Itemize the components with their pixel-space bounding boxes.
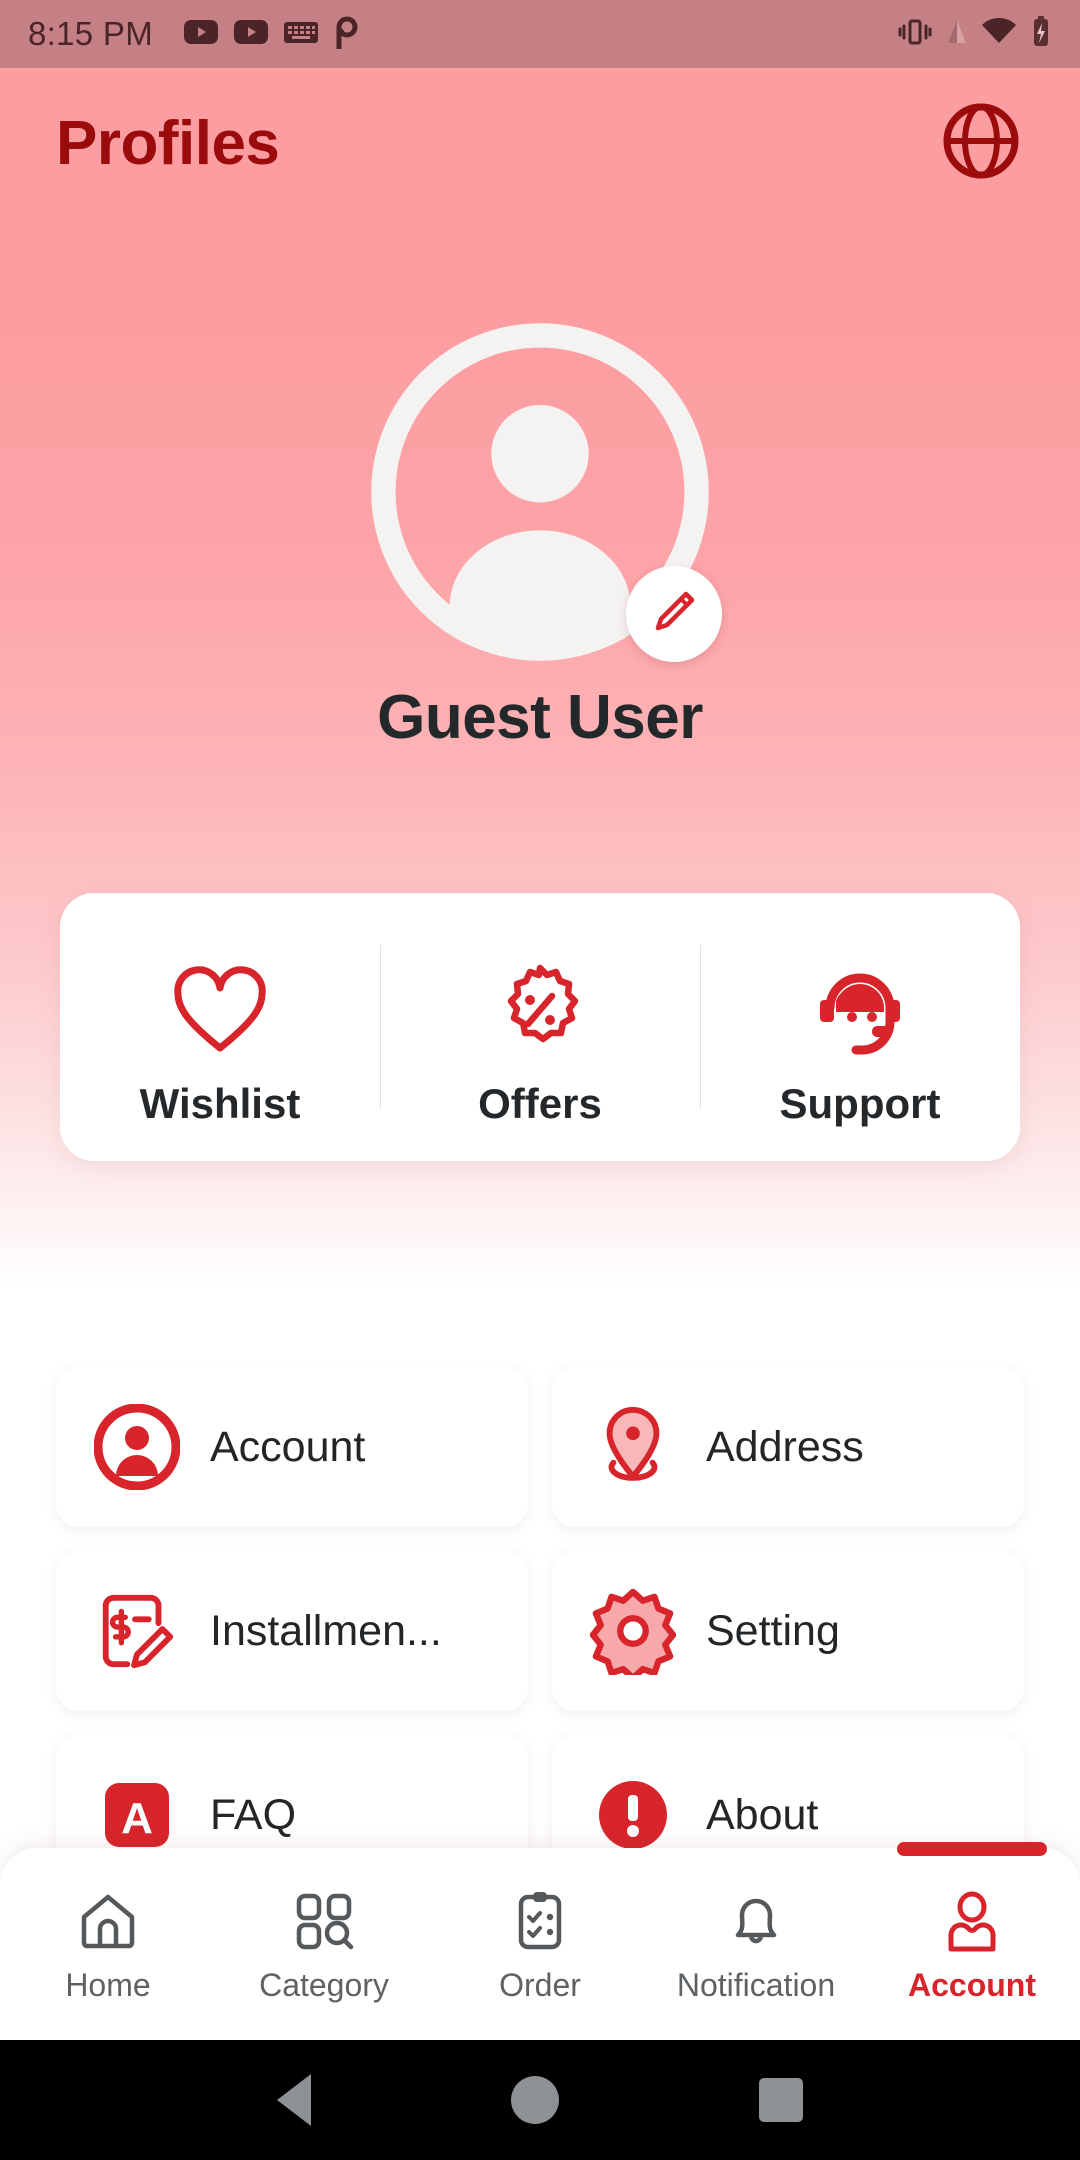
headset-support-icon	[812, 962, 908, 1058]
menu-item-label: About	[706, 1790, 819, 1839]
page-title: Profiles	[56, 108, 280, 178]
pencil-icon	[648, 586, 700, 643]
signal-icon	[946, 17, 968, 52]
home-circle-icon[interactable]	[511, 2076, 559, 2124]
wifi-icon	[980, 17, 1018, 52]
avatar[interactable]	[366, 318, 722, 666]
status-bar: 8:15 PM	[0, 0, 1080, 68]
bell-icon	[724, 1885, 788, 1957]
nav-item-label: Home	[65, 1966, 151, 2003]
youtube-icon	[183, 17, 219, 52]
person-circle-icon	[94, 1404, 180, 1490]
youtube-music-icon	[233, 17, 269, 52]
pinterest-icon	[333, 15, 359, 54]
quick-action-label: Wishlist	[139, 1080, 301, 1127]
menu-item-account[interactable]: Account	[56, 1367, 528, 1527]
edit-profile-button[interactable]	[626, 566, 722, 662]
globe-icon	[940, 100, 1022, 187]
nav-item-account[interactable]: Account	[864, 1842, 1080, 2040]
info-circle-icon	[590, 1772, 676, 1858]
account-menu-grid: Account Address Installmen... Setting A …	[56, 1367, 1024, 1895]
quick-action-support[interactable]: Support	[700, 893, 1020, 1161]
discount-badge-icon	[492, 962, 588, 1058]
vibrate-icon	[896, 17, 934, 52]
faq-badge-icon: A	[94, 1772, 180, 1858]
quick-action-label: Offers	[478, 1080, 602, 1127]
profile-name: Guest User	[377, 683, 703, 752]
map-pin-icon	[590, 1404, 676, 1490]
app-screen: 8:15 PM Profiles Guest User Wishlist Off…	[0, 0, 1080, 2160]
category-grid-search-icon	[292, 1885, 356, 1957]
nav-item-label: Category	[259, 1966, 389, 2003]
menu-item-installment[interactable]: Installmen...	[56, 1551, 528, 1711]
quick-action-offers[interactable]: Offers	[380, 893, 700, 1161]
menu-item-setting[interactable]: Setting	[552, 1551, 1024, 1711]
menu-item-label: Installmen...	[210, 1606, 442, 1655]
home-icon	[76, 1885, 140, 1957]
menu-item-label: Account	[210, 1422, 366, 1471]
quick-action-wishlist[interactable]: Wishlist	[60, 893, 380, 1161]
gear-icon	[590, 1588, 676, 1675]
installment-invoice-icon	[94, 1588, 180, 1674]
bottom-navigation-bar: Home Category Order Notification Account	[0, 1842, 1080, 2040]
quick-actions-card: Wishlist Offers Support	[60, 893, 1020, 1161]
keyboard-icon	[283, 18, 319, 51]
nav-item-home[interactable]: Home	[0, 1848, 216, 2040]
menu-item-label: Setting	[706, 1606, 840, 1655]
clipboard-checklist-icon	[508, 1885, 572, 1957]
battery-charging-icon	[1030, 15, 1052, 53]
person-outline-icon	[940, 1885, 1004, 1957]
nav-item-notification[interactable]: Notification	[648, 1848, 864, 2040]
status-bar-clock: 8:15 PM	[28, 15, 153, 52]
heart-icon	[170, 962, 270, 1058]
menu-item-label: FAQ	[210, 1790, 297, 1839]
svg-text:A: A	[121, 1794, 153, 1843]
menu-item-address[interactable]: Address	[552, 1367, 1024, 1527]
status-bar-system-icons	[896, 15, 1052, 53]
back-triangle-icon[interactable]	[277, 2074, 311, 2126]
nav-item-category[interactable]: Category	[216, 1848, 432, 2040]
nav-item-label: Order	[499, 1966, 581, 2003]
quick-action-label: Support	[779, 1080, 941, 1127]
nav-item-label: Notification	[676, 1966, 836, 2003]
recents-square-icon[interactable]	[759, 2078, 803, 2122]
system-navigation-bar	[0, 2040, 1080, 2160]
status-bar-notification-icons	[183, 15, 359, 54]
app-bar: Profiles	[0, 68, 1080, 218]
profile-header: Guest User	[0, 318, 1080, 753]
nav-item-label: Account	[908, 1966, 1036, 2003]
language-button[interactable]	[938, 100, 1024, 186]
menu-item-label: Address	[706, 1422, 864, 1471]
nav-item-order[interactable]: Order	[432, 1848, 648, 2040]
active-tab-indicator	[897, 1842, 1047, 1856]
